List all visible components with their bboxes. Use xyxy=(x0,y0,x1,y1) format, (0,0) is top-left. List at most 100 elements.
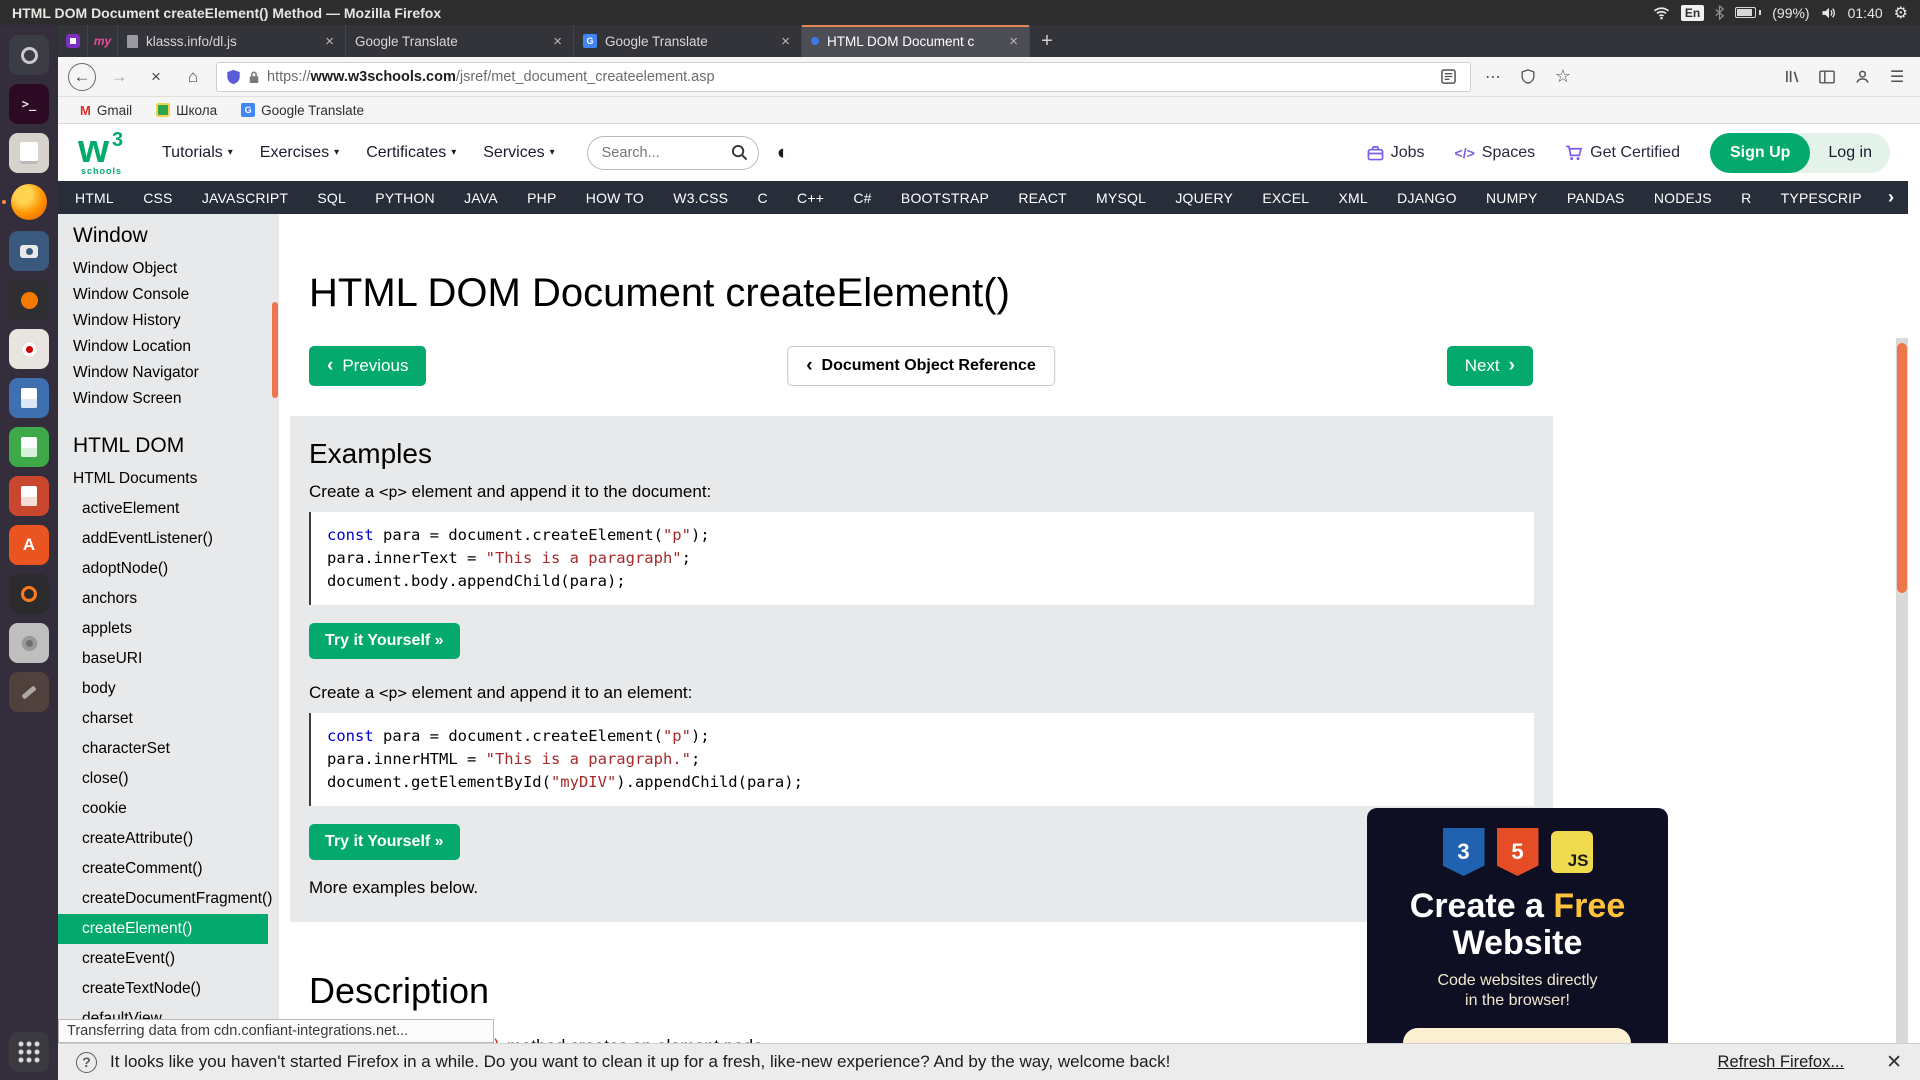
previous-button[interactable]: ‹Previous xyxy=(309,346,426,386)
tab-klasss[interactable]: klasss.info/dl.js × xyxy=(118,25,346,57)
nav-link[interactable]: R xyxy=(1741,190,1751,206)
sidebar-item[interactable]: close() xyxy=(58,764,279,794)
nav-link[interactable]: MYSQL xyxy=(1096,190,1146,206)
search-icon[interactable] xyxy=(731,144,748,161)
sidebar-item[interactable]: Window Console xyxy=(58,282,279,308)
sidebar-item[interactable]: Window Location xyxy=(58,334,279,360)
sidebar-item[interactable]: createAttribute() xyxy=(58,824,279,854)
system-tools-icon[interactable] xyxy=(9,672,49,712)
wifi-icon[interactable] xyxy=(1653,6,1670,20)
sign-up-button[interactable]: Sign Up xyxy=(1710,133,1810,173)
nav-link[interactable]: NODEJS xyxy=(1654,190,1712,206)
nav-link[interactable]: W3.CSS xyxy=(673,190,728,206)
reference-sidebar[interactable]: Window Window Object Window Console Wind… xyxy=(58,214,279,1043)
tab-close-icon[interactable]: × xyxy=(551,33,564,50)
sidebar-item[interactable]: Window Navigator xyxy=(58,360,279,386)
home-button[interactable]: ⌂ xyxy=(179,63,207,91)
sidebar-item[interactable]: applets xyxy=(58,614,279,644)
nav-link[interactable]: PHP xyxy=(527,190,556,206)
sidebar-item[interactable]: createDocumentFragment() xyxy=(58,884,279,914)
tab-w3schools-active[interactable]: HTML DOM Document c × xyxy=(802,25,1030,57)
w3schools-logo[interactable]: w3 schools xyxy=(78,131,134,175)
log-in-button[interactable]: Log in xyxy=(1810,144,1890,162)
gear-icon[interactable]: ⚙ xyxy=(1894,3,1908,23)
graphics-app-icon[interactable] xyxy=(9,574,49,614)
sidebar-item[interactable]: adoptNode() xyxy=(58,554,279,584)
menu-icon[interactable]: ☰ xyxy=(1884,64,1910,90)
media-player-icon[interactable] xyxy=(9,329,49,369)
videos-icon[interactable] xyxy=(9,231,49,271)
sidebar-item-active-createelement[interactable]: createElement() xyxy=(58,914,268,944)
sidebar-item-html-documents[interactable]: HTML Documents xyxy=(58,464,279,494)
disks-icon[interactable] xyxy=(9,623,49,663)
try-it-yourself-button[interactable]: Try it Yourself » xyxy=(309,824,460,860)
tab-google-translate-2[interactable]: G Google Translate × xyxy=(574,25,802,57)
forward-button[interactable]: → xyxy=(105,63,133,91)
bookmark-google-translate[interactable]: GGoogle Translate xyxy=(241,103,364,118)
pinned-tab-my[interactable]: my xyxy=(88,25,118,57)
sidebar-item[interactable]: charset xyxy=(58,704,279,734)
dark-mode-toggle-icon[interactable]: ◐ xyxy=(777,141,790,165)
stop-button[interactable]: × xyxy=(142,63,170,91)
keyboard-layout-badge[interactable]: En xyxy=(1681,5,1704,21)
site-search[interactable] xyxy=(587,136,759,170)
nav-link[interactable]: TYPESCRIP xyxy=(1781,190,1862,206)
sidebar-item[interactable]: Window Screen xyxy=(58,386,279,412)
account-icon[interactable] xyxy=(1849,64,1875,90)
tab-google-translate-1[interactable]: Google Translate × xyxy=(346,25,574,57)
search-input[interactable] xyxy=(602,145,720,161)
spaces-link[interactable]: </> Spaces xyxy=(1455,144,1536,162)
bluetooth-icon[interactable] xyxy=(1715,5,1724,20)
nav-link[interactable]: NUMPY xyxy=(1486,190,1538,206)
ad-cta-button[interactable] xyxy=(1403,1028,1631,1043)
nav-link[interactable]: PANDAS xyxy=(1567,190,1625,206)
back-button[interactable]: ← xyxy=(68,63,96,91)
clock[interactable]: 01:40 xyxy=(1848,5,1883,21)
volume-icon[interactable] xyxy=(1821,6,1837,20)
sidebar-scrollbar-thumb[interactable] xyxy=(272,302,278,398)
page-scrollbar[interactable] xyxy=(1896,338,1908,1080)
sidebar-item[interactable]: addEventListener() xyxy=(58,524,279,554)
tracking-shield-icon[interactable] xyxy=(226,69,241,85)
nav-scroll-right-icon[interactable]: › xyxy=(1882,187,1900,208)
libreoffice-writer-icon[interactable] xyxy=(9,378,49,418)
nav-link[interactable]: SQL xyxy=(317,190,346,206)
sidebar-toggle-icon[interactable] xyxy=(1814,64,1840,90)
sidebar-item[interactable]: createComment() xyxy=(58,854,279,884)
bookmark-shkola[interactable]: Школа xyxy=(156,103,217,118)
menu-exercises[interactable]: Exercises▾ xyxy=(260,144,339,162)
page-scrollbar-thumb[interactable] xyxy=(1897,343,1907,593)
firefox-icon[interactable] xyxy=(9,182,49,222)
text-editor-icon[interactable] xyxy=(9,133,49,173)
page-actions-icon[interactable]: ⋯ xyxy=(1480,64,1506,90)
jobs-link[interactable]: Jobs xyxy=(1367,144,1425,162)
libreoffice-calc-icon[interactable] xyxy=(9,427,49,467)
menu-services[interactable]: Services▾ xyxy=(483,144,554,162)
bookmark-star-icon[interactable]: ☆ xyxy=(1550,64,1576,90)
tab-close-icon[interactable]: × xyxy=(779,33,792,50)
libreoffice-impress-icon[interactable] xyxy=(9,476,49,516)
bookmark-gmail[interactable]: MGmail xyxy=(80,103,132,118)
nav-link[interactable]: EXCEL xyxy=(1262,190,1309,206)
nav-link[interactable]: XML xyxy=(1339,190,1368,206)
reference-overview-button[interactable]: ‹Document Object Reference xyxy=(787,346,1055,386)
nav-link[interactable]: JAVA xyxy=(464,190,498,206)
close-icon[interactable]: ✕ xyxy=(1886,1051,1902,1074)
nav-link[interactable]: BOOTSTRAP xyxy=(901,190,989,206)
try-it-yourself-button[interactable]: Try it Yourself » xyxy=(309,623,460,659)
nav-link[interactable]: REACT xyxy=(1018,190,1066,206)
nav-link[interactable]: C# xyxy=(853,190,871,206)
pocket-shield-icon[interactable] xyxy=(1515,64,1541,90)
nav-link[interactable]: PYTHON xyxy=(375,190,435,206)
sidebar-item[interactable]: Window Object xyxy=(58,256,279,282)
nav-link[interactable]: HTML xyxy=(75,190,114,206)
next-button[interactable]: Next› xyxy=(1447,346,1533,386)
new-tab-button[interactable]: + xyxy=(1030,25,1064,57)
nav-link[interactable]: CSS xyxy=(143,190,172,206)
battery-icon[interactable] xyxy=(1735,7,1761,18)
sidebar-item[interactable]: activeElement xyxy=(58,494,279,524)
sidebar-item[interactable]: Window History xyxy=(58,308,279,334)
sidebar-item[interactable]: body xyxy=(58,674,279,704)
sidebar-item[interactable]: baseURI xyxy=(58,644,279,674)
sidebar-item[interactable]: createEvent() xyxy=(58,944,279,974)
